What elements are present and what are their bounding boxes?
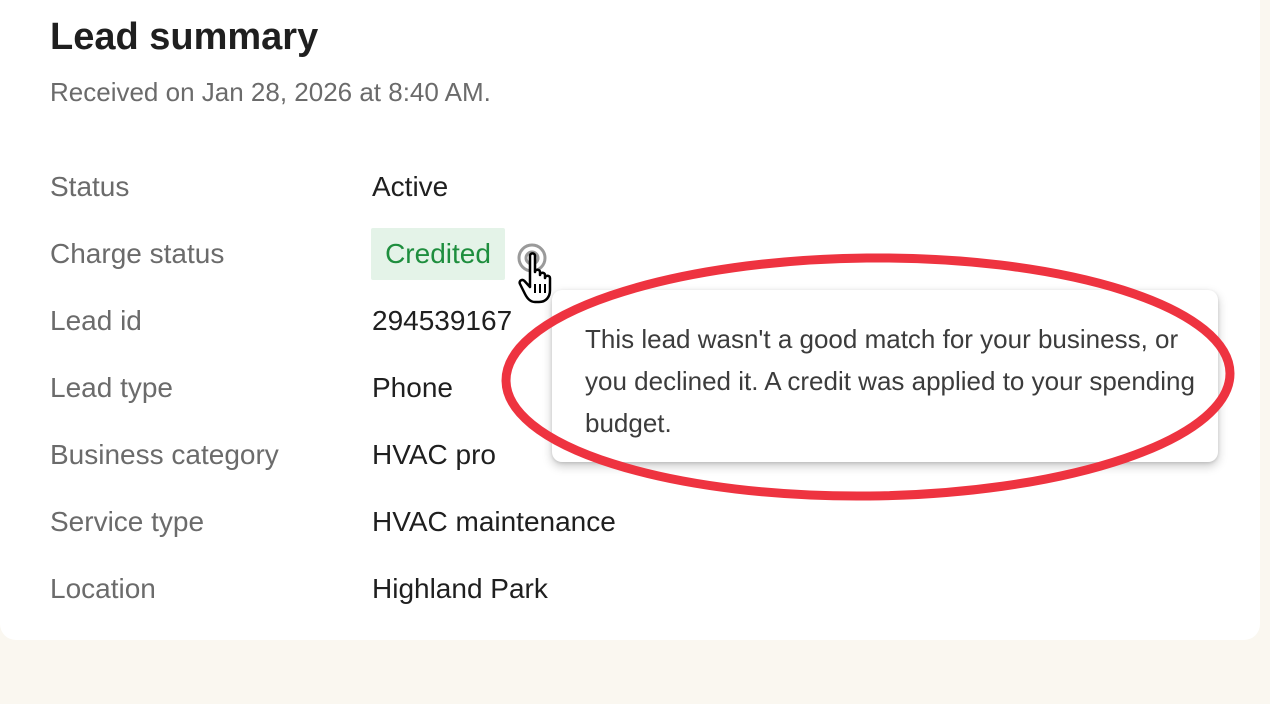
lead-id-value: 294539167 <box>372 305 513 336</box>
location-label: Location <box>50 573 156 604</box>
lead-id-label: Lead id <box>50 305 142 336</box>
location-value: Highland Park <box>372 573 548 604</box>
status-label: Status <box>50 171 130 202</box>
tooltip-text: This lead wasn't a good match for your b… <box>585 324 1195 438</box>
charge-status-tooltip: This lead wasn't a good match for your b… <box>552 290 1218 462</box>
service-type-value: HVAC maintenance <box>372 506 616 537</box>
received-timestamp: Received on Jan 28, 2026 at 8:40 AM. <box>50 77 491 107</box>
status-value: Active <box>372 171 449 202</box>
lead-type-value: Phone <box>372 372 453 403</box>
lead-type-label: Lead type <box>50 372 173 403</box>
page-title: Lead summary <box>50 16 319 58</box>
charge-status-badge: Credited <box>371 228 505 280</box>
hand-pointer-icon <box>518 250 562 306</box>
business-category-value: HVAC pro <box>372 439 496 470</box>
service-type-label: Service type <box>50 506 205 537</box>
charge-status-label: Charge status <box>50 238 225 269</box>
business-category-label: Business category <box>50 439 279 470</box>
